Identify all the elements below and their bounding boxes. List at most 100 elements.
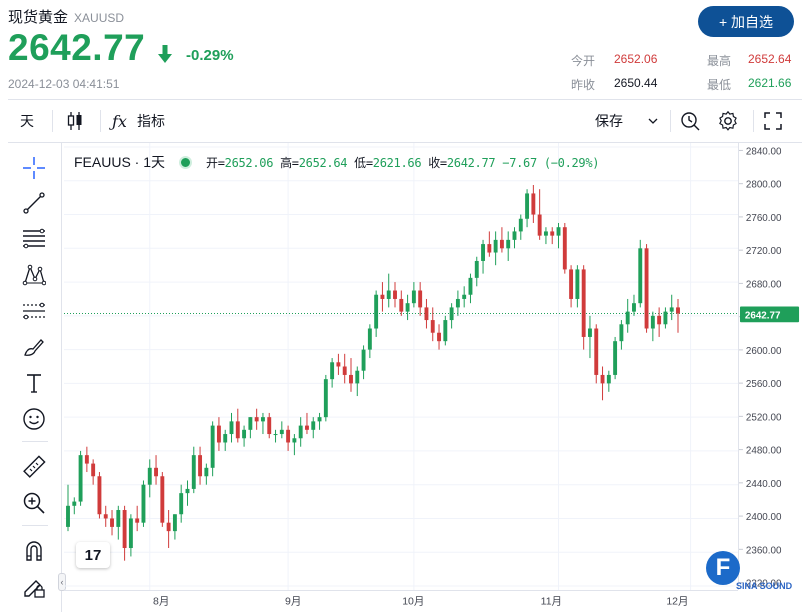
candle (342, 353, 347, 384)
candle (374, 290, 379, 337)
legend-high: 2652.64 (298, 155, 348, 170)
candle-body (260, 417, 265, 422)
fullscreen-icon[interactable] (764, 100, 782, 142)
candle (355, 366, 360, 397)
candle-body (286, 429, 291, 443)
candle (411, 282, 416, 308)
candle-body (216, 425, 221, 443)
candle-body (531, 193, 536, 215)
candle (506, 231, 511, 261)
candle (380, 282, 385, 312)
candle-body (374, 294, 379, 329)
candle (91, 459, 96, 485)
candle-body (380, 294, 385, 299)
candle (248, 417, 253, 439)
tradingview-logo[interactable]: 17 (76, 542, 110, 568)
candle-body (663, 311, 668, 325)
candle-body (198, 455, 203, 477)
candle-body (97, 476, 102, 515)
candle (72, 497, 77, 515)
candle (260, 412, 265, 435)
candle (317, 412, 322, 430)
candlestick-chart[interactable] (64, 143, 738, 590)
y-tick-label: 2840.00 (746, 146, 782, 157)
time-axis[interactable]: 8月 9月 10月 11月 12月 (64, 590, 738, 612)
candle (600, 366, 605, 401)
candle-body (481, 244, 486, 261)
candle-body (399, 298, 404, 312)
candle-body (474, 260, 479, 278)
add-watchlist-button[interactable]: + 加自选 (698, 6, 794, 37)
stat-low: 最低 2621.66 (707, 76, 792, 92)
candle-body (191, 455, 196, 489)
brush-icon[interactable] (20, 333, 48, 361)
candle (512, 227, 517, 249)
emoji-icon[interactable] (20, 405, 48, 433)
candle-body (128, 518, 133, 549)
candle-body (411, 290, 416, 304)
candle (650, 311, 655, 342)
magnet-icon[interactable] (20, 537, 48, 565)
candle-body (393, 290, 397, 299)
save-button[interactable]: 保存 (595, 100, 623, 142)
candle (418, 282, 423, 316)
candle-body (336, 362, 341, 367)
x-tick-label: 12月 (666, 595, 688, 607)
lock-pencil-icon[interactable] (20, 573, 48, 601)
candle-body (367, 328, 372, 350)
legend-open-label: 开 (206, 155, 218, 170)
sina-watermark-text: SINA SOUND (736, 581, 793, 591)
alert-icon[interactable] (680, 100, 700, 142)
legend-low: 2621.66 (372, 155, 422, 170)
interval-button[interactable]: 天 (20, 100, 34, 142)
price-axis[interactable]: 2840.002800.002760.002720.002680.002640.… (738, 143, 802, 590)
candles-icon[interactable] (66, 100, 84, 142)
candle (179, 484, 184, 523)
candle-body (562, 227, 567, 270)
candle-body (506, 239, 511, 249)
candle-body (248, 417, 253, 430)
candle (305, 412, 309, 435)
candle (198, 446, 203, 485)
gear-icon[interactable] (717, 100, 739, 142)
candle-body (267, 417, 272, 435)
candle (216, 417, 221, 451)
ruler-icon[interactable] (20, 453, 48, 481)
candle-body (116, 510, 121, 527)
text-icon[interactable] (20, 369, 48, 397)
candle-body (556, 227, 561, 236)
pattern-icon[interactable] (20, 261, 48, 289)
candle-body (317, 417, 322, 422)
candle-body (91, 463, 96, 477)
trend-line-icon[interactable] (20, 189, 48, 217)
stat-open: 今开 2652.06 (571, 52, 658, 68)
save-label: 保存 (595, 113, 623, 129)
candle-body (418, 290, 423, 308)
y-tick-label: 2520.00 (746, 412, 782, 423)
candle (292, 434, 297, 456)
candle (110, 510, 114, 536)
indicators-button[interactable]: ƒx 指标 (112, 100, 165, 142)
candle (172, 514, 177, 540)
fib-lines-icon[interactable] (20, 225, 48, 253)
y-tick-label: 2360.00 (746, 545, 782, 556)
candle-body (606, 374, 611, 384)
candle-body (242, 429, 247, 439)
candle-body (575, 269, 580, 299)
candle (349, 358, 353, 392)
candle-body (600, 374, 605, 384)
candle (273, 429, 278, 443)
fx-icon: ƒx (112, 111, 127, 131)
chevron-down-icon[interactable] (648, 100, 658, 142)
crosshair-icon[interactable] (20, 154, 48, 182)
candle (588, 315, 592, 359)
candle (154, 455, 158, 485)
zoom-in-icon[interactable] (20, 489, 48, 517)
candle (135, 505, 140, 532)
regression-icon[interactable] (20, 297, 48, 325)
candle-body (437, 332, 441, 342)
candle (638, 239, 643, 308)
candle (78, 450, 83, 506)
candle-body (581, 269, 586, 337)
candle-body (619, 324, 624, 342)
